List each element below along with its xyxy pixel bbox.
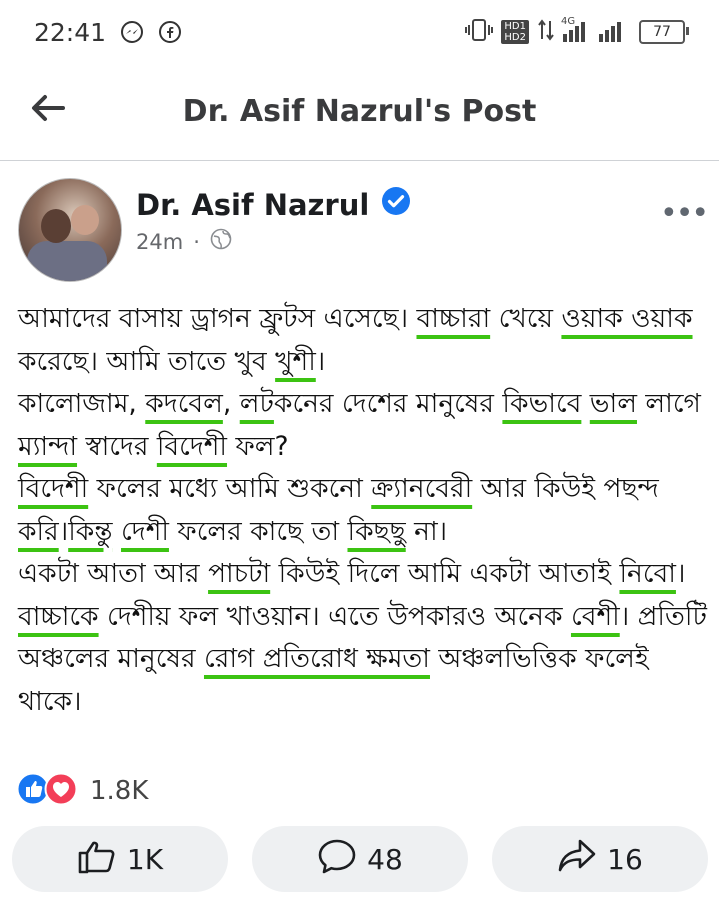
post-time[interactable]: 24m bbox=[136, 230, 183, 254]
comment-bubble-icon bbox=[317, 837, 357, 882]
author-avatar[interactable] bbox=[18, 178, 122, 282]
reaction-summary[interactable]: 1.8K bbox=[16, 772, 148, 810]
underlined-word: ওয়াক ওয়াক bbox=[561, 303, 693, 334]
text-segment: । bbox=[675, 558, 686, 589]
text-segment: কনের দেশের মানুষের bbox=[273, 388, 503, 419]
verified-badge-icon bbox=[381, 186, 411, 223]
underlined-word: ক্র্যানবেরী bbox=[371, 473, 473, 504]
text-segment: দেশীয় ফল খাওয়ান। এতে উপকারও অনেক bbox=[98, 600, 571, 632]
underlined-word: কিন্তু bbox=[68, 515, 113, 547]
header-divider bbox=[0, 160, 719, 161]
underlined-word: পাচটা bbox=[208, 558, 271, 589]
underlined-word: ভাল bbox=[589, 388, 637, 419]
text-segment bbox=[113, 516, 121, 547]
underlined-word: করি bbox=[18, 515, 59, 547]
text-segment: আমাদের বাসায় ড্রাগন ফ্রুটস এসেছে। bbox=[18, 303, 417, 334]
author-name[interactable]: Dr. Asif Nazrul bbox=[136, 188, 369, 222]
battery-indicator: 77 bbox=[639, 20, 689, 44]
page-title: Dr. Asif Nazrul's Post bbox=[182, 94, 537, 129]
page-header: Dr. Asif Nazrul's Post bbox=[0, 70, 719, 158]
underlined-word: বাচ্চারা bbox=[416, 303, 491, 334]
underlined-word: কিছছু bbox=[347, 515, 406, 547]
action-bar: 1K 48 16 bbox=[12, 826, 708, 896]
post-text: আমাদের বাসায় ড্রাগন ফ্রুটস এসেছে। বাচ্চ… bbox=[18, 298, 708, 723]
post-paragraph: আমাদের বাসায় ড্রাগন ফ্রুটস এসেছে। বাচ্চ… bbox=[18, 298, 708, 383]
underlined-word: রোগ প্রতিরোধ ক্ষমতা bbox=[203, 643, 430, 674]
text-segment: ফলের কাছে তা bbox=[168, 515, 348, 547]
share-button[interactable]: 16 bbox=[492, 826, 708, 892]
messenger-icon bbox=[120, 20, 144, 44]
meta-separator: · bbox=[193, 229, 200, 254]
underlined-word: লট bbox=[239, 388, 274, 419]
share-arrow-icon bbox=[557, 837, 597, 882]
facebook-icon bbox=[158, 20, 182, 44]
underlined-word: বেশী bbox=[570, 600, 620, 632]
post-paragraph: বিদেশী ফলের মধ্যে আমি শুকনো ক্র্যানবেরী … bbox=[18, 468, 708, 553]
comment-button[interactable]: 48 bbox=[252, 826, 468, 892]
underlined-word: দেশী bbox=[121, 515, 169, 547]
text-segment: । bbox=[58, 515, 69, 547]
status-right: HD1 HD2 4G 77 bbox=[465, 16, 689, 46]
status-bar: 22:41 HD1 HD2 4G 77 bbox=[0, 0, 719, 64]
text-segment: না। bbox=[405, 515, 448, 547]
text-segment: । bbox=[315, 345, 326, 377]
comment-count: 48 bbox=[367, 842, 403, 876]
text-segment: ফল? bbox=[227, 430, 289, 462]
post-paragraph: কালোজাম, কদবেল, লটকনের দেশের মানুষের কিভ… bbox=[18, 383, 708, 468]
text-segment: স্বাদের bbox=[77, 430, 157, 462]
underlined-word: নিবো bbox=[619, 558, 676, 589]
underlined-word: বিদেশী bbox=[156, 430, 228, 462]
more-options-button[interactable]: ••• bbox=[660, 196, 709, 231]
post-paragraph: বাচ্চাকে দেশীয় ফল খাওয়ান। এতে উপকারও অ… bbox=[18, 596, 708, 724]
underlined-word: কিভাবে bbox=[502, 388, 582, 419]
underlined-word: বাচ্চাকে bbox=[18, 600, 99, 632]
like-button[interactable]: 1K bbox=[12, 826, 228, 892]
hd2-badge: HD2 bbox=[504, 32, 526, 43]
share-count: 16 bbox=[607, 842, 643, 876]
text-segment bbox=[581, 388, 589, 419]
text-segment: লাগে bbox=[636, 388, 701, 419]
network-type: 4G bbox=[561, 16, 576, 27]
signal-icon-2 bbox=[599, 22, 621, 42]
thumbs-up-icon bbox=[77, 837, 117, 882]
text-segment: কিউই দিলে আমি একটা আতাই bbox=[270, 558, 620, 589]
text-segment: , bbox=[222, 388, 240, 419]
post-meta: 24m · bbox=[136, 228, 232, 255]
data-arrows-icon bbox=[537, 18, 555, 46]
love-reaction-icon bbox=[44, 772, 78, 810]
underlined-word: বিদেশী bbox=[18, 473, 89, 504]
underlined-word: ম্যান্দা bbox=[18, 430, 78, 462]
reaction-count: 1.8K bbox=[90, 776, 149, 806]
like-count: 1K bbox=[126, 842, 164, 876]
text-segment: করেছে। আমি তাতে খুব bbox=[18, 345, 276, 377]
post-paragraph: একটা আতা আর পাচটা কিউই দিলে আমি একটা আতা… bbox=[18, 553, 708, 596]
vibrate-icon bbox=[465, 18, 494, 46]
author-row: Dr. Asif Nazrul bbox=[136, 186, 411, 223]
underlined-word: কদবেল bbox=[145, 388, 223, 419]
text-segment: কালোজাম, bbox=[18, 388, 146, 419]
text-segment: ফলের মধ্যে আমি শুকনো bbox=[88, 473, 372, 504]
text-segment: খেয়ে bbox=[490, 303, 562, 334]
status-time: 22:41 bbox=[34, 17, 107, 47]
globe-icon bbox=[210, 228, 232, 255]
hd1-badge: HD1 bbox=[504, 21, 526, 32]
hd-badges: HD1 HD2 bbox=[501, 20, 529, 44]
text-segment: একটা আতা আর bbox=[18, 558, 209, 589]
status-left: 22:41 bbox=[34, 18, 182, 47]
text-segment: আর কিউই পছন্দ bbox=[472, 473, 659, 504]
signal-icon-1: 4G bbox=[561, 16, 585, 42]
underlined-word: খুশী bbox=[275, 345, 316, 377]
